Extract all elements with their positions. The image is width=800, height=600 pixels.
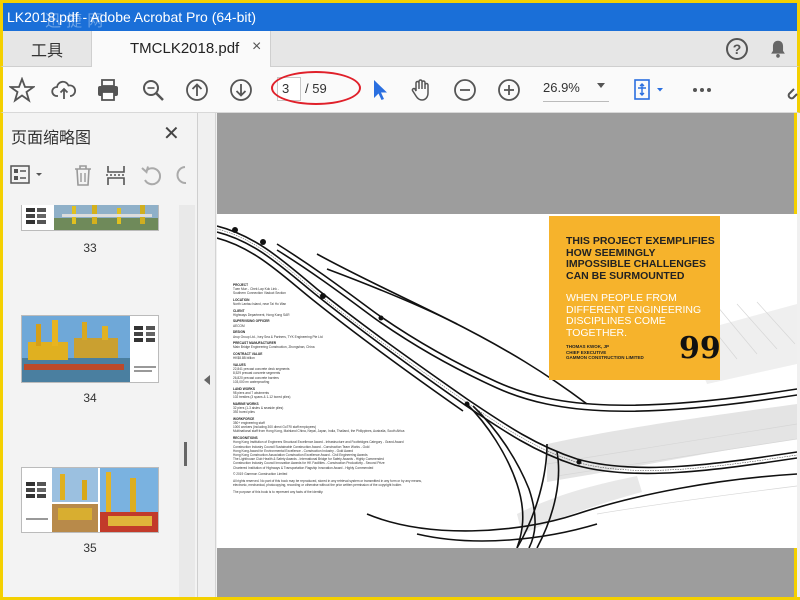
hand-tool-icon[interactable] [408, 77, 434, 103]
thumbnail-page-number: 34 [83, 391, 97, 405]
chevron-down-icon [597, 83, 605, 88]
quote-author: THOMAS KWOK, JP CHIEF EXECUTIVE GAMMON C… [566, 344, 644, 360]
more-icon[interactable] [689, 77, 715, 103]
thumbnail-page-33[interactable] [21, 205, 159, 231]
tab-document[interactable]: TMCLK2018.pdf × [91, 31, 271, 67]
main-toolbar: 3 / 59 26.9% [0, 67, 800, 113]
help-icon[interactable]: ? [726, 38, 748, 60]
quote-heading: THIS PROJECT EXEMPLIFIES HOW SEEMINGLY I… [566, 235, 715, 282]
annotation-ellipse [271, 71, 361, 105]
title-bar: LK2018.pdf - Adobe Acrobat Pro (64-bit) … [0, 0, 800, 31]
link-icon[interactable] [787, 77, 800, 103]
rotate-right-icon[interactable] [173, 163, 193, 187]
thumbnail-list: 33 34 35 [9, 205, 179, 597]
bookmark-star-icon[interactable] [7, 76, 37, 103]
tab-close-button[interactable]: × [252, 38, 261, 56]
thumbnail-page-34[interactable] [21, 315, 159, 383]
tab-bar: 工具 TMCLK2018.pdf × ? [0, 31, 800, 67]
delete-page-icon[interactable] [71, 163, 95, 187]
cloud-upload-icon[interactable] [51, 77, 77, 103]
panel-collapse-handle[interactable] [199, 113, 216, 600]
panel-title: 页面缩略图 [11, 130, 92, 147]
thumbnail-scrollbar[interactable] [179, 205, 195, 597]
page-down-icon[interactable] [228, 77, 254, 103]
panel-close-button[interactable]: ✕ [163, 121, 180, 146]
zoom-out-icon[interactable] [452, 77, 478, 103]
thumbnail-page-number: 35 [83, 541, 97, 555]
zoom-search-icon[interactable] [140, 77, 166, 103]
quote-box: THIS PROJECT EXEMPLIFIES HOW SEEMINGLY I… [549, 216, 721, 380]
watermark-text: 迅 捷 网 [45, 11, 104, 30]
thumbnail-page-35[interactable] [21, 467, 159, 533]
document-view[interactable]: PROJECT Tuen Mun - Chek Lap Kok Link - S… [217, 113, 797, 600]
thumbnail-page-number: 33 [83, 241, 97, 255]
tab-tools[interactable]: 工具 [3, 31, 91, 66]
pdf-page: PROJECT Tuen Mun - Chek Lap Kok Link - S… [217, 214, 797, 548]
zoom-level-value: 26.9% [543, 80, 580, 95]
thumbnail-options-icon[interactable] [9, 163, 45, 187]
fit-page-icon[interactable] [631, 77, 667, 103]
zoom-level-dropdown[interactable]: 26.9% [543, 80, 611, 102]
thumbnail-panel: 页面缩略图 ✕ 33 34 35 [0, 113, 198, 600]
project-info-block: PROJECT Tuen Mun - Chek Lap Kok Link - S… [233, 282, 422, 494]
bell-icon[interactable] [767, 38, 789, 60]
tab-document-label: TMCLK2018.pdf [130, 40, 240, 57]
print-icon[interactable] [95, 77, 121, 103]
select-arrow-icon[interactable] [367, 77, 393, 103]
page-up-icon[interactable] [184, 77, 210, 103]
zoom-in-icon[interactable] [496, 77, 522, 103]
thumbnail-toolbar [3, 157, 198, 197]
insert-page-icon[interactable] [104, 163, 128, 187]
collapse-arrow-icon [204, 375, 210, 385]
scrollbar-thumb[interactable] [184, 442, 187, 466]
quote-mark-icon: 99 [679, 331, 721, 366]
rotate-left-icon[interactable] [139, 163, 163, 187]
